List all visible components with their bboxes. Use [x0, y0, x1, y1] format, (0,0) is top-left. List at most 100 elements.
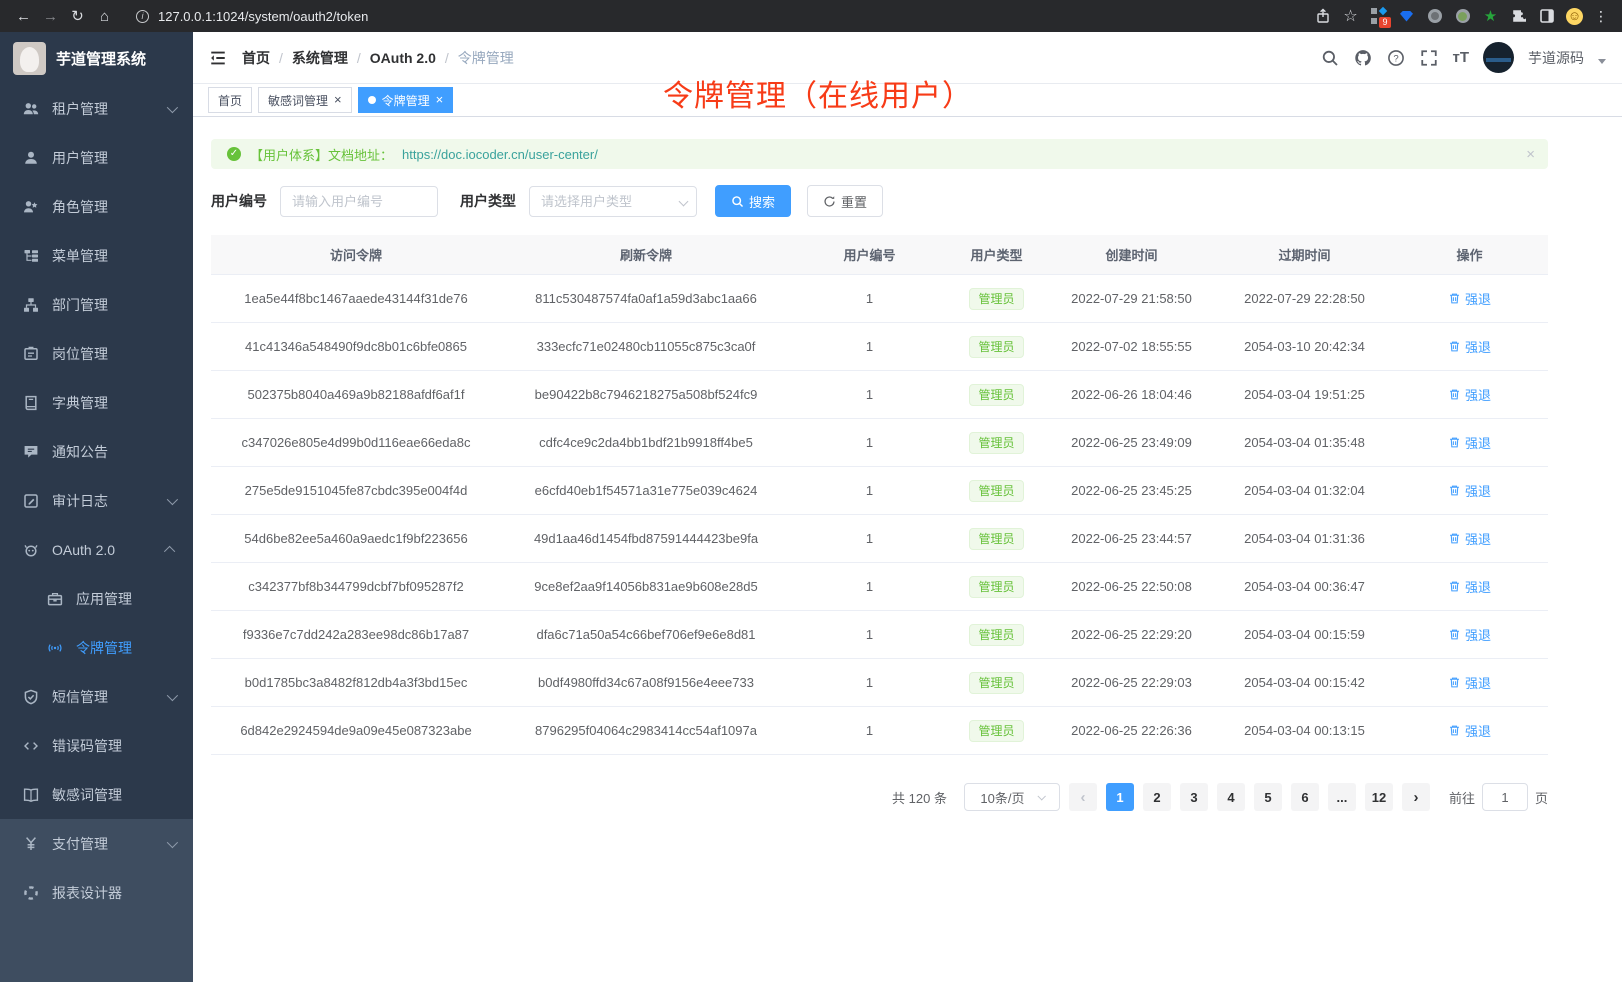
browser-forward-icon[interactable]: →	[37, 8, 64, 25]
sidebar-item-post[interactable]: 岗位管理	[0, 329, 193, 378]
sidebar-fold-icon[interactable]	[209, 49, 227, 67]
breadcrumb-item: 令牌管理	[458, 48, 514, 68]
cell-access-token: 1ea5e44f8bc1467aaede43144f31de76	[211, 291, 501, 306]
prev-page-button[interactable]: ‹	[1069, 783, 1097, 811]
user-id-input[interactable]	[280, 186, 438, 217]
browser-back-icon[interactable]: ←	[10, 8, 37, 25]
force-logout-button[interactable]: 强退	[1448, 433, 1491, 452]
page-button-6[interactable]: 6	[1291, 783, 1319, 811]
green-star-extension-icon[interactable]: ★	[1482, 8, 1499, 25]
page-size-select[interactable]: 10条/页	[964, 783, 1060, 811]
page-button-4[interactable]: 4	[1217, 783, 1245, 811]
sidebar-item-notice[interactable]: 通知公告	[0, 427, 193, 476]
cell-expire-time: 2054-03-04 19:51:25	[1218, 387, 1391, 402]
force-logout-button[interactable]: 强退	[1448, 385, 1491, 404]
active-dot-icon	[368, 96, 376, 104]
force-logout-button[interactable]: 强退	[1448, 577, 1491, 596]
site-info-icon[interactable]: i	[136, 10, 149, 23]
sidebar: 芋道管理系统 租户管理用户管理角色管理菜单管理部门管理岗位管理字典管理通知公告审…	[0, 32, 193, 982]
user-type-badge: 管理员	[969, 576, 1023, 598]
sidebar-item-label: 审计日志	[52, 491, 108, 511]
next-page-button[interactable]: ›	[1402, 783, 1430, 811]
sidebar-item-sms[interactable]: 短信管理	[0, 672, 193, 721]
sidebar-item-tenant[interactable]: 租户管理	[0, 84, 193, 133]
help-icon[interactable]: ?	[1386, 48, 1405, 67]
green-circle-extension-icon[interactable]	[1454, 8, 1471, 25]
sidebar-item-menu[interactable]: 菜单管理	[0, 231, 193, 280]
cell-refresh-token: 333ecfc71e02480cb11055c875c3ca0f	[501, 339, 791, 354]
breadcrumb-item[interactable]: 系统管理	[292, 48, 348, 68]
tab-close-icon[interactable]: ×	[436, 95, 444, 105]
force-logout-button[interactable]: 强退	[1448, 625, 1491, 644]
sidebar-logo-row[interactable]: 芋道管理系统	[0, 32, 193, 84]
gray-circle-extension-icon[interactable]	[1426, 8, 1443, 25]
sidebar-item-report-designer[interactable]: 报表设计器	[0, 868, 193, 917]
profile-emoji-avatar[interactable]: ☺	[1566, 8, 1583, 25]
extensions-puzzle-icon[interactable]	[1510, 8, 1527, 25]
share-icon[interactable]	[1314, 8, 1331, 25]
github-icon[interactable]	[1353, 48, 1372, 67]
page-button-5[interactable]: 5	[1254, 783, 1282, 811]
goto-page-input[interactable]	[1482, 783, 1528, 811]
cell-refresh-token: be90422b8c7946218275a508bf524fc9	[501, 387, 791, 402]
force-logout-label: 强退	[1465, 577, 1491, 596]
extension-with-badge-icon[interactable]: 9	[1370, 8, 1387, 25]
bookmark-star-icon[interactable]: ☆	[1342, 8, 1359, 25]
browser-reload-icon[interactable]: ↻	[64, 7, 91, 25]
users-icon	[23, 101, 39, 117]
page-button-2[interactable]: 2	[1143, 783, 1171, 811]
sidebar-item-oauth2-app[interactable]: 应用管理	[0, 574, 193, 623]
sidebar-item-label: 菜单管理	[52, 246, 108, 266]
tab-0[interactable]: 首页	[208, 87, 252, 113]
force-logout-button[interactable]: 强退	[1448, 529, 1491, 548]
screen: ← → ↻ ⌂ i 127.0.0.1:1024/system/oauth2/t…	[0, 0, 1622, 982]
alert-close-icon[interactable]: ×	[1526, 146, 1535, 163]
fullscreen-icon[interactable]	[1419, 48, 1438, 67]
page-button-12[interactable]: 12	[1365, 783, 1393, 811]
force-logout-button[interactable]: 强退	[1448, 721, 1491, 740]
cell-access-token: 41c41346a548490f9dc8b01c6bfe0865	[211, 339, 501, 354]
force-logout-button[interactable]: 强退	[1448, 289, 1491, 308]
sidebar-item-audit-log[interactable]: 审计日志	[0, 476, 193, 525]
col-actions: 操作	[1391, 245, 1548, 264]
sidebar-item-label: 岗位管理	[52, 344, 108, 364]
tab-close-icon[interactable]: ×	[334, 95, 342, 105]
force-logout-button[interactable]: 强退	[1448, 337, 1491, 356]
browser-menu-icon[interactable]: ⋮	[1594, 8, 1608, 25]
doc-link[interactable]: https://doc.iocoder.cn/user-center/	[402, 147, 598, 162]
broadcast-icon	[47, 640, 63, 656]
url-bar[interactable]: i 127.0.0.1:1024/system/oauth2/token	[118, 9, 1314, 24]
breadcrumb-item[interactable]: 首页	[242, 48, 270, 68]
force-logout-button[interactable]: 强退	[1448, 481, 1491, 500]
sidebar-item-error-code[interactable]: 错误码管理	[0, 721, 193, 770]
sidebar-item-oauth2[interactable]: OAuth 2.0	[0, 525, 193, 574]
page-button-1[interactable]: 1	[1106, 783, 1134, 811]
page-button-3[interactable]: 3	[1180, 783, 1208, 811]
browser-home-icon[interactable]: ⌂	[91, 8, 118, 25]
sidebar-item-oauth2-token[interactable]: 令牌管理	[0, 623, 193, 672]
user-type-select[interactable]	[529, 186, 697, 217]
username[interactable]: 芋道源码	[1528, 48, 1584, 68]
tab-1[interactable]: 敏感词管理×	[258, 87, 352, 113]
user-menu-caret-icon[interactable]	[1598, 59, 1606, 64]
breadcrumb-item[interactable]: OAuth 2.0	[370, 50, 436, 66]
reset-button[interactable]: 重置	[807, 185, 883, 217]
sidebar-item-role[interactable]: 角色管理	[0, 182, 193, 231]
sidebar-item-pay[interactable]: 支付管理	[0, 819, 193, 868]
gem-extension-icon[interactable]	[1398, 8, 1415, 25]
sidebar-item-dept[interactable]: 部门管理	[0, 280, 193, 329]
sidebar-menu: 租户管理用户管理角色管理菜单管理部门管理岗位管理字典管理通知公告审计日志 OAut…	[0, 84, 193, 917]
sidebar-item-user[interactable]: 用户管理	[0, 133, 193, 182]
sidebar-item-dict[interactable]: 字典管理	[0, 378, 193, 427]
user-avatar[interactable]	[1483, 42, 1514, 73]
more-pages-button[interactable]: ...	[1328, 783, 1356, 811]
navbar-right: ? тT 芋道源码	[1320, 42, 1606, 73]
font-size-icon[interactable]: тT	[1452, 49, 1469, 66]
force-logout-button[interactable]: 强退	[1448, 673, 1491, 692]
tab-active-2[interactable]: 令牌管理×	[358, 87, 454, 113]
sidebar-item-sensitive-word[interactable]: 敏感词管理	[0, 770, 193, 819]
tab-group-icon[interactable]	[1538, 8, 1555, 25]
cell-refresh-token: dfa6c71a50a54c66bef706ef9e6e8d81	[501, 627, 791, 642]
search-button[interactable]: 搜索	[715, 185, 791, 217]
search-icon[interactable]	[1320, 48, 1339, 67]
